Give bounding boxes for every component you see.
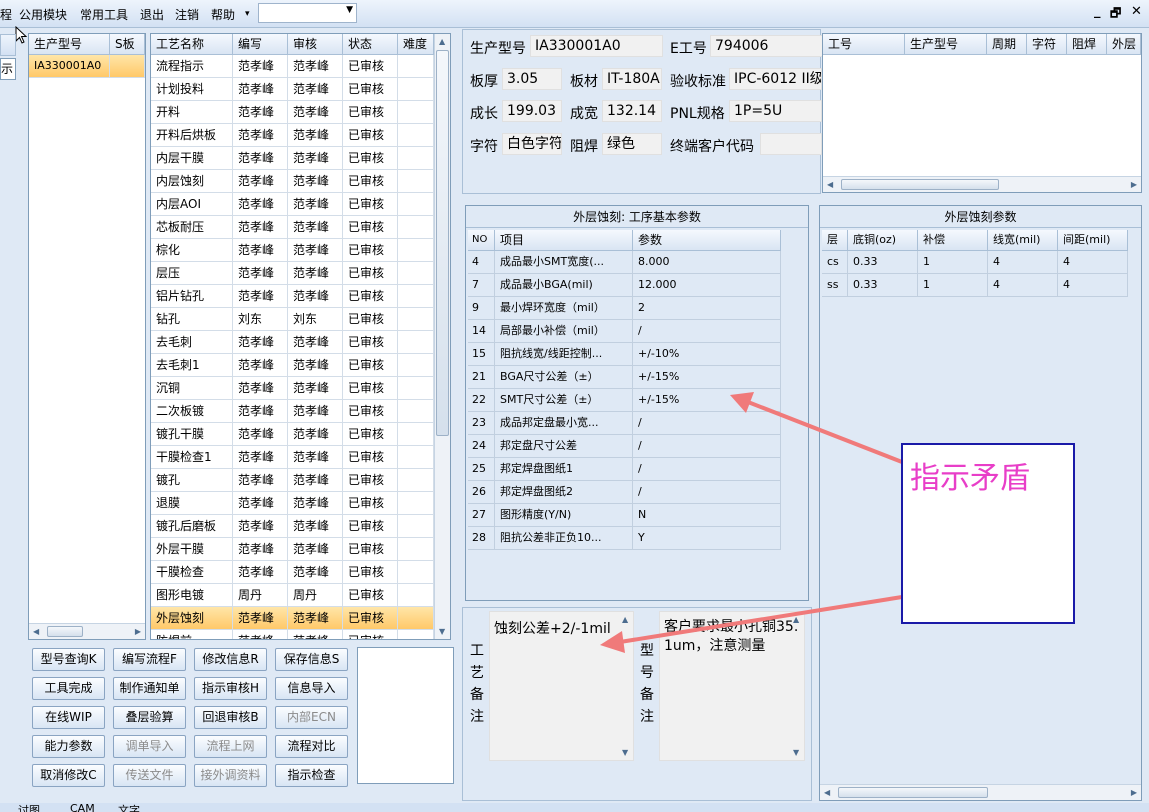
annotation-text: 指示矛盾 — [910, 461, 1030, 496]
annotation-arrow-lower — [600, 595, 903, 653]
tab-review[interactable]: 讨图 — [18, 802, 40, 812]
bottom-tab-strip: 讨图 CAM 文字 — [0, 802, 1149, 812]
annotation-box: 指示矛盾 — [901, 443, 1075, 624]
annotation-arrows — [600, 392, 903, 653]
annotation-arrow-upper — [730, 392, 903, 464]
tab-text[interactable]: 文字 — [118, 802, 140, 812]
tab-cam[interactable]: CAM — [70, 802, 95, 812]
